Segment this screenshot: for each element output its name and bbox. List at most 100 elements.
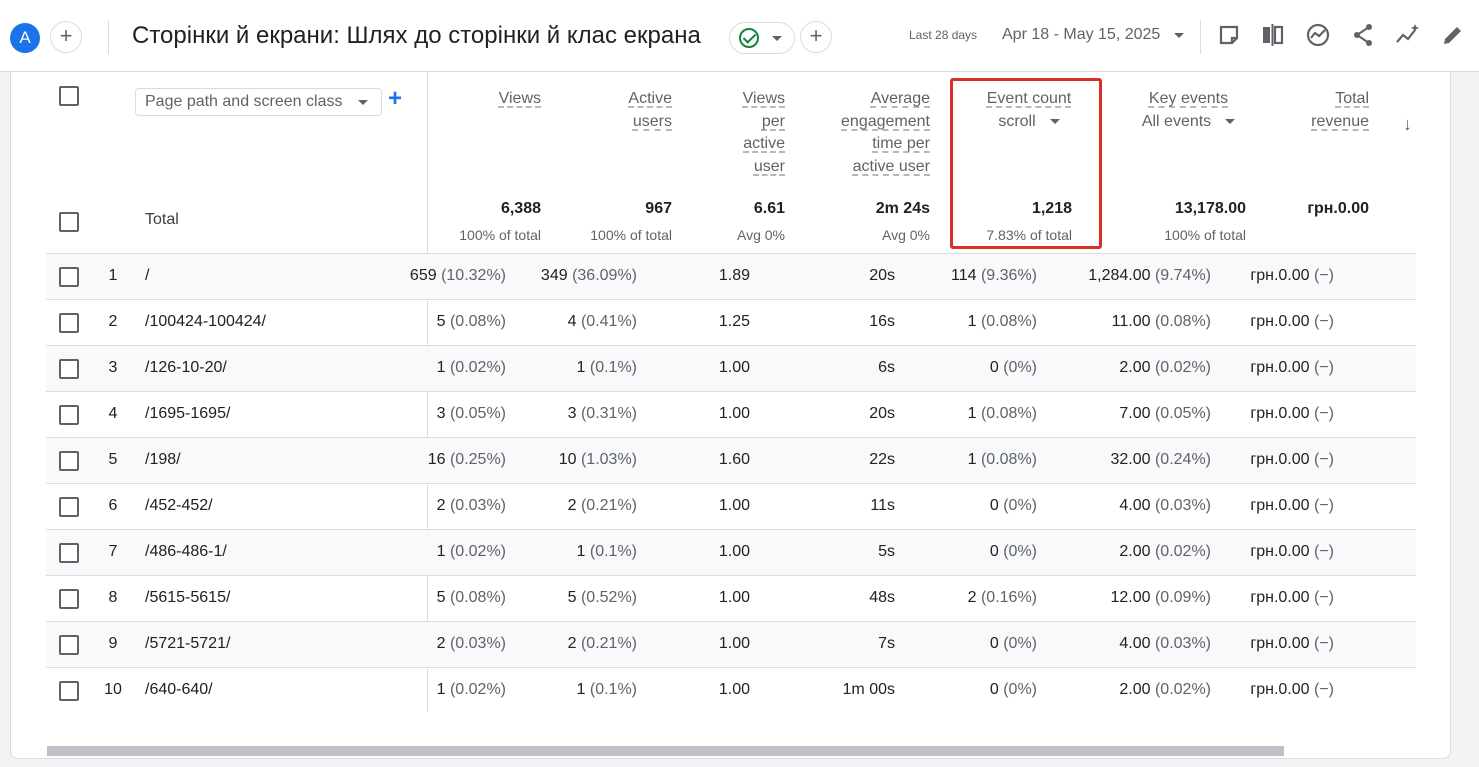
edit-icon[interactable]	[1440, 22, 1466, 48]
share-icon[interactable]	[1350, 22, 1376, 48]
avatar[interactable]: A	[10, 23, 40, 53]
date-range[interactable]: Apr 18 - May 15, 2025	[1002, 26, 1160, 44]
row-checkbox[interactable]	[59, 313, 79, 333]
total-checkbox[interactable]	[59, 212, 79, 232]
cell-active-users: 1 (0.1%)	[576, 681, 637, 698]
dimension-select-label: Page path and screen class	[145, 93, 343, 110]
cell-views: 1 (0.02%)	[436, 681, 506, 698]
row-index: 1	[108, 267, 118, 284]
cell-key-events: 4.00 (0.03%)	[1119, 635, 1211, 652]
cell-key-events: 32.00 (0.24%)	[1110, 451, 1211, 468]
cell-views-per-user: 1.00	[718, 543, 750, 560]
header-avg-engagement[interactable]: Average engagement time per active user	[811, 88, 930, 178]
cell-views: 659 (10.32%)	[409, 267, 506, 284]
cell-event-count: 2 (0.16%)	[967, 589, 1037, 606]
cell-views: 5 (0.08%)	[436, 313, 506, 330]
date-preset-label[interactable]: Last 28 days	[909, 28, 977, 42]
row-checkbox[interactable]	[59, 405, 79, 425]
cell-event-count: 1 (0.08%)	[967, 451, 1037, 468]
cell-active-users: 2 (0.21%)	[567, 497, 637, 514]
add-dimension-button[interactable]: +	[388, 86, 402, 112]
total-revenue: грн.0.00	[1307, 200, 1369, 217]
sort-arrow-icon[interactable]: ↓	[1403, 114, 1412, 135]
event-count-highlight	[950, 78, 1102, 249]
cell-key-events: 2.00 (0.02%)	[1119, 681, 1211, 698]
cell-avg-engagement: 6s	[878, 359, 895, 376]
cell-avg-engagement: 20s	[869, 405, 895, 422]
table-row[interactable]: 8/5615-5615/5 (0.08%) 5 (0.52%) 1.00 48s 2 (…	[46, 575, 1416, 621]
compare-icon[interactable]	[1260, 22, 1286, 48]
horizontal-scrollbar[interactable]	[47, 746, 1284, 756]
row-page-path[interactable]: /5721-5721/	[145, 635, 230, 653]
cell-avg-engagement: 16s	[869, 313, 895, 330]
table-row[interactable]: 2/100424-100424/5 (0.08%) 4 (0.41%) 1.25 16…	[46, 299, 1416, 345]
cell-event-count: 0 (0%)	[989, 497, 1037, 514]
header-key-events[interactable]: Key events All events	[1116, 88, 1261, 133]
row-page-path[interactable]: /5615-5615/	[145, 589, 230, 607]
cell-avg-engagement: 48s	[869, 589, 895, 606]
status-dropdown[interactable]	[729, 22, 795, 54]
row-page-path[interactable]: /126-10-20/	[145, 359, 227, 377]
cell-avg-engagement: 22s	[869, 451, 895, 468]
select-all-checkbox[interactable]	[59, 86, 79, 106]
row-checkbox[interactable]	[59, 267, 79, 287]
top-bar: A + Сторінки й екрани: Шлях до сторінки …	[0, 0, 1479, 72]
row-index: 10	[104, 681, 122, 698]
row-checkbox[interactable]	[59, 589, 79, 609]
chevron-down-icon	[772, 36, 782, 41]
header-views[interactable]: Views	[441, 88, 541, 111]
row-page-path[interactable]: /	[145, 267, 149, 285]
cell-total-revenue: грн.0.00 (−)	[1250, 543, 1334, 560]
row-checkbox[interactable]	[59, 543, 79, 563]
cell-key-events: 11.00 (0.08%)	[1111, 313, 1211, 330]
cell-views-per-user: 1.00	[718, 405, 750, 422]
key-events-selector[interactable]: All events	[1142, 113, 1236, 130]
cell-event-count: 0 (0%)	[989, 635, 1037, 652]
page-title: Сторінки й екрани: Шлях до сторінки й кл…	[132, 22, 701, 49]
cell-total-revenue: грн.0.00 (−)	[1250, 635, 1334, 652]
row-page-path[interactable]: /100424-100424/	[145, 313, 266, 331]
add-filter-button[interactable]: +	[800, 21, 832, 53]
cell-active-users: 4 (0.41%)	[567, 313, 637, 330]
table-row[interactable]: 7/486-486-1/1 (0.02%) 1 (0.1%) 1.00 5s 0 (0%…	[46, 529, 1416, 575]
header-active-users[interactable]: Active users	[571, 88, 672, 133]
table-row[interactable]: 5/198/16 (0.25%) 10 (1.03%) 1.60 22s 1 (0.08…	[46, 437, 1416, 483]
row-checkbox[interactable]	[59, 451, 79, 471]
cell-active-users: 2 (0.21%)	[567, 635, 637, 652]
row-index: 4	[108, 405, 118, 422]
add-comparison-button[interactable]: +	[50, 21, 82, 53]
table-row[interactable]: 4/1695-1695/3 (0.05%) 3 (0.31%) 1.00 20s 1 (…	[46, 391, 1416, 437]
row-page-path[interactable]: /640-640/	[145, 681, 213, 699]
total-views-sub: 100% of total	[459, 227, 541, 243]
row-page-path[interactable]: /1695-1695/	[145, 405, 230, 423]
table-row[interactable]: 1 / 659 (10.32%) 349 (36.09%) 1.89 20s 114 (9.…	[46, 253, 1416, 299]
header-total-revenue[interactable]: Total revenue	[1281, 88, 1369, 133]
table-row[interactable]: 3/126-10-20/1 (0.02%) 1 (0.1%) 1.00 6s 0 (0%…	[46, 345, 1416, 391]
row-checkbox[interactable]	[59, 635, 79, 655]
table-row[interactable]: 6/452-452/2 (0.03%) 2 (0.21%) 1.00 11s 0 (0%…	[46, 483, 1416, 529]
row-checkbox[interactable]	[59, 681, 79, 701]
header-views-per-user[interactable]: Views per active user	[691, 88, 785, 178]
row-page-path[interactable]: /486-486-1/	[145, 543, 227, 561]
total-key-events-sub: 100% of total	[1164, 227, 1246, 243]
table-row[interactable]: 10/640-640/1 (0.02%) 1 (0.1%) 1.00 1m 00s 0 …	[46, 667, 1416, 713]
cell-total-revenue: грн.0.00 (−)	[1250, 405, 1334, 422]
cell-key-events: 7.00 (0.05%)	[1119, 405, 1211, 422]
row-checkbox[interactable]	[59, 497, 79, 517]
cell-key-events: 12.00 (0.09%)	[1110, 589, 1211, 606]
date-caret-icon[interactable]	[1174, 33, 1184, 38]
row-page-path[interactable]: /198/	[145, 451, 181, 469]
cell-views-per-user: 1.00	[718, 635, 750, 652]
row-index: 8	[108, 589, 118, 606]
sparkle-icon[interactable]	[1395, 22, 1421, 48]
insights-icon[interactable]	[1305, 22, 1331, 48]
report-icon[interactable]	[1216, 22, 1242, 48]
row-page-path[interactable]: /452-452/	[145, 497, 213, 515]
table-row[interactable]: 9/5721-5721/2 (0.03%) 2 (0.21%) 1.00 7s 0 (0…	[46, 621, 1416, 667]
dimension-select[interactable]: Page path and screen class	[135, 88, 382, 116]
total-views: 6,388	[500, 200, 541, 217]
row-checkbox[interactable]	[59, 359, 79, 379]
cell-avg-engagement: 5s	[878, 543, 895, 560]
cell-views-per-user: 1.60	[718, 451, 750, 468]
cell-active-users: 1 (0.1%)	[576, 359, 637, 376]
